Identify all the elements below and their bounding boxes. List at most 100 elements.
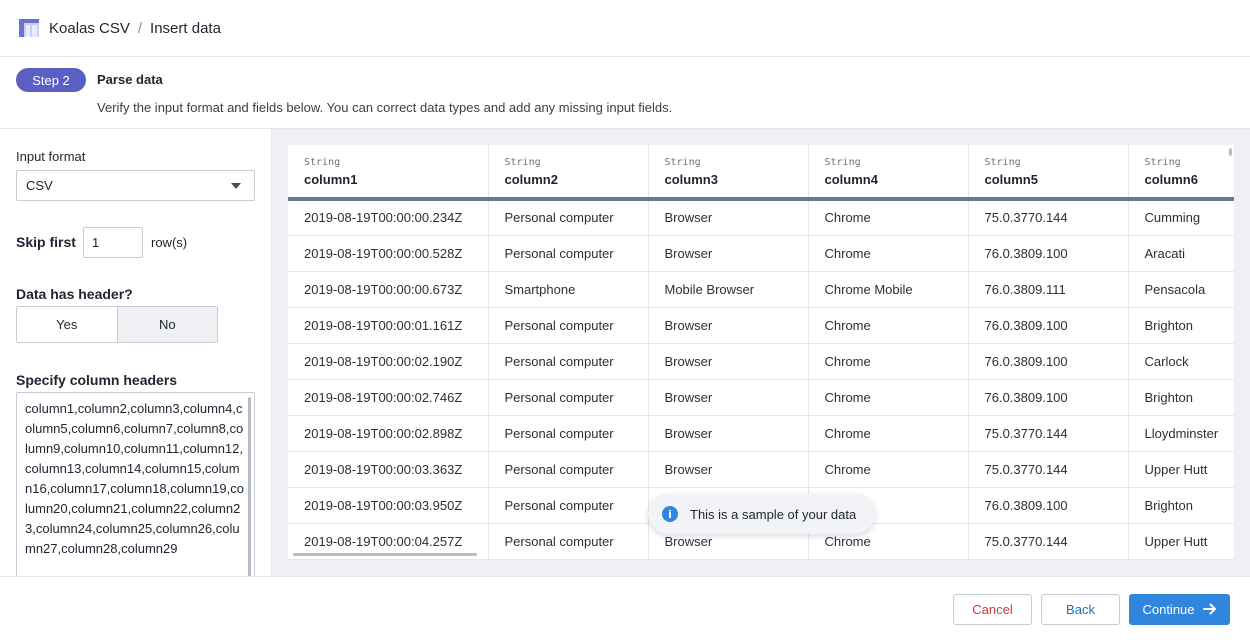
- column-type[interactable]: String: [505, 156, 632, 169]
- step-description: Verify the input format and fields below…: [97, 100, 673, 115]
- input-format-label: Input format: [16, 149, 86, 164]
- table-header-row: String column1 String column2 String column…: [288, 145, 1234, 201]
- table-row: 2019-08-19T00:00:02.746Z Personal compute…: [288, 379, 1234, 416]
- step-badge: Step 2: [16, 68, 86, 92]
- table-cell: Chrome: [808, 379, 969, 416]
- column-header[interactable]: String column4: [808, 145, 969, 201]
- column-name: column6: [1144, 172, 1198, 187]
- table-cell: Carlock: [1128, 343, 1234, 380]
- header-yes-button[interactable]: Yes: [17, 307, 118, 342]
- table-cell: Brighton: [1128, 379, 1234, 416]
- step-title: Parse data: [97, 72, 163, 87]
- table-cell: Chrome: [808, 235, 969, 272]
- table-cell: Mobile Browser: [648, 271, 809, 308]
- table-cell: 2019-08-19T00:00:00.528Z: [288, 235, 489, 272]
- skip-first-label: Skip first: [16, 234, 76, 250]
- column-type[interactable]: String: [985, 156, 1112, 169]
- input-format-select[interactable]: CSV: [16, 170, 255, 201]
- textarea-scrollbar[interactable]: [248, 397, 251, 576]
- column-header[interactable]: String column2: [488, 145, 649, 201]
- table-cell: 76.0.3809.111: [968, 271, 1129, 308]
- table-cell: 76.0.3809.100: [968, 379, 1129, 416]
- column-headers-textarea[interactable]: column1,column2,column3,column4,column5,…: [16, 392, 255, 576]
- table-cell: Browser: [648, 343, 809, 380]
- input-format-value: CSV: [26, 178, 53, 193]
- arrow-right-icon: [1202, 602, 1217, 618]
- vertical-scrollbar[interactable]: [1229, 148, 1232, 156]
- column-header[interactable]: String column3: [648, 145, 809, 201]
- column-header[interactable]: String column5: [968, 145, 1129, 201]
- table-cell: 2019-08-19T00:00:02.190Z: [288, 343, 489, 380]
- table-cell: Personal computer: [488, 379, 649, 416]
- table-icon: [18, 18, 40, 38]
- table-row: 2019-08-19T00:00:02.190Z Personal compute…: [288, 343, 1234, 380]
- column-type[interactable]: String: [665, 156, 792, 169]
- footer-actions: Cancel Back Continue: [0, 576, 1250, 640]
- table-cell: Personal computer: [488, 343, 649, 380]
- table-cell: Aracati: [1128, 235, 1234, 272]
- table-cell: Chrome: [808, 451, 969, 488]
- app-header: Koalas CSV / Insert data: [0, 0, 1250, 57]
- table-cell: Personal computer: [488, 487, 649, 524]
- table-cell: 2019-08-19T00:00:03.950Z: [288, 487, 489, 524]
- table-cell: Browser: [648, 307, 809, 344]
- table-cell: Browser: [648, 379, 809, 416]
- table-cell: Personal computer: [488, 307, 649, 344]
- skip-first-input[interactable]: [83, 227, 143, 258]
- table-cell: Brighton: [1128, 307, 1234, 344]
- table-cell: Chrome: [808, 307, 969, 344]
- column-header[interactable]: String column6: [1128, 145, 1234, 201]
- breadcrumb-separator: /: [137, 19, 143, 37]
- table-cell: 76.0.3809.100: [968, 307, 1129, 344]
- table-cell: 2019-08-19T00:00:03.363Z: [288, 451, 489, 488]
- parse-settings-panel: Input format CSV Skip first row(s) Data …: [0, 129, 272, 576]
- table-cell: Personal computer: [488, 415, 649, 452]
- horizontal-scrollbar[interactable]: [293, 553, 477, 556]
- table-cell: Personal computer: [488, 451, 649, 488]
- table-cell: Personal computer: [488, 523, 649, 560]
- table-cell: Chrome: [808, 343, 969, 380]
- table-cell: 75.0.3770.144: [968, 451, 1129, 488]
- column-type[interactable]: String: [825, 156, 952, 169]
- continue-button[interactable]: Continue: [1129, 594, 1230, 625]
- table-cell: Browser: [648, 235, 809, 272]
- table-cell: Upper Hutt: [1128, 523, 1234, 560]
- cancel-button[interactable]: Cancel: [953, 594, 1032, 625]
- step-bar: Step 2 Parse data Verify the input forma…: [0, 57, 1250, 129]
- table-cell: 75.0.3770.144: [968, 199, 1129, 236]
- breadcrumb-project[interactable]: Koalas CSV: [49, 20, 130, 37]
- column-headers-label: Specify column headers: [16, 372, 178, 388]
- breadcrumb-current-page: Insert data: [150, 19, 221, 37]
- column-type[interactable]: String: [1145, 156, 1232, 169]
- table-cell: Chrome: [808, 415, 969, 452]
- back-button[interactable]: Back: [1041, 594, 1120, 625]
- table-cell: Personal computer: [488, 235, 649, 272]
- info-icon: i: [662, 506, 678, 522]
- chevron-down-icon: [231, 183, 241, 189]
- continue-label: Continue: [1142, 602, 1195, 617]
- header-toggle: Yes No: [16, 306, 218, 343]
- table-cell: 2019-08-19T00:00:00.234Z: [288, 199, 489, 236]
- column-name: column3: [664, 172, 718, 187]
- table-cell: 75.0.3770.144: [968, 523, 1129, 560]
- table-row: 2019-08-19T00:00:01.161Z Personal compute…: [288, 307, 1234, 344]
- table-cell: Pensacola: [1128, 271, 1234, 308]
- table-cell: 2019-08-19T00:00:02.898Z: [288, 415, 489, 452]
- table-cell: Browser: [648, 451, 809, 488]
- column-headers-value: column1,column2,column3,column4,column5,…: [25, 401, 244, 556]
- table-cell: 2019-08-19T00:00:01.161Z: [288, 307, 489, 344]
- table-row: 2019-08-19T00:00:02.898Z Personal compute…: [288, 415, 1234, 452]
- sample-data-toast: i This is a sample of your data: [648, 494, 875, 534]
- column-header[interactable]: String column1: [288, 145, 489, 201]
- skip-first-suffix: row(s): [151, 235, 188, 250]
- table-cell: Lloydminster: [1128, 415, 1234, 452]
- table-cell: Browser: [648, 415, 809, 452]
- table-cell: Smartphone: [488, 271, 649, 308]
- column-type[interactable]: String: [304, 156, 472, 169]
- column-name: column4: [824, 172, 878, 187]
- table-cell: Personal computer: [488, 199, 649, 236]
- header-no-button[interactable]: No: [117, 307, 217, 342]
- data-has-header-label: Data has header?: [16, 286, 133, 302]
- toast-message: This is a sample of your data: [690, 506, 857, 522]
- column-name: column1: [304, 172, 358, 187]
